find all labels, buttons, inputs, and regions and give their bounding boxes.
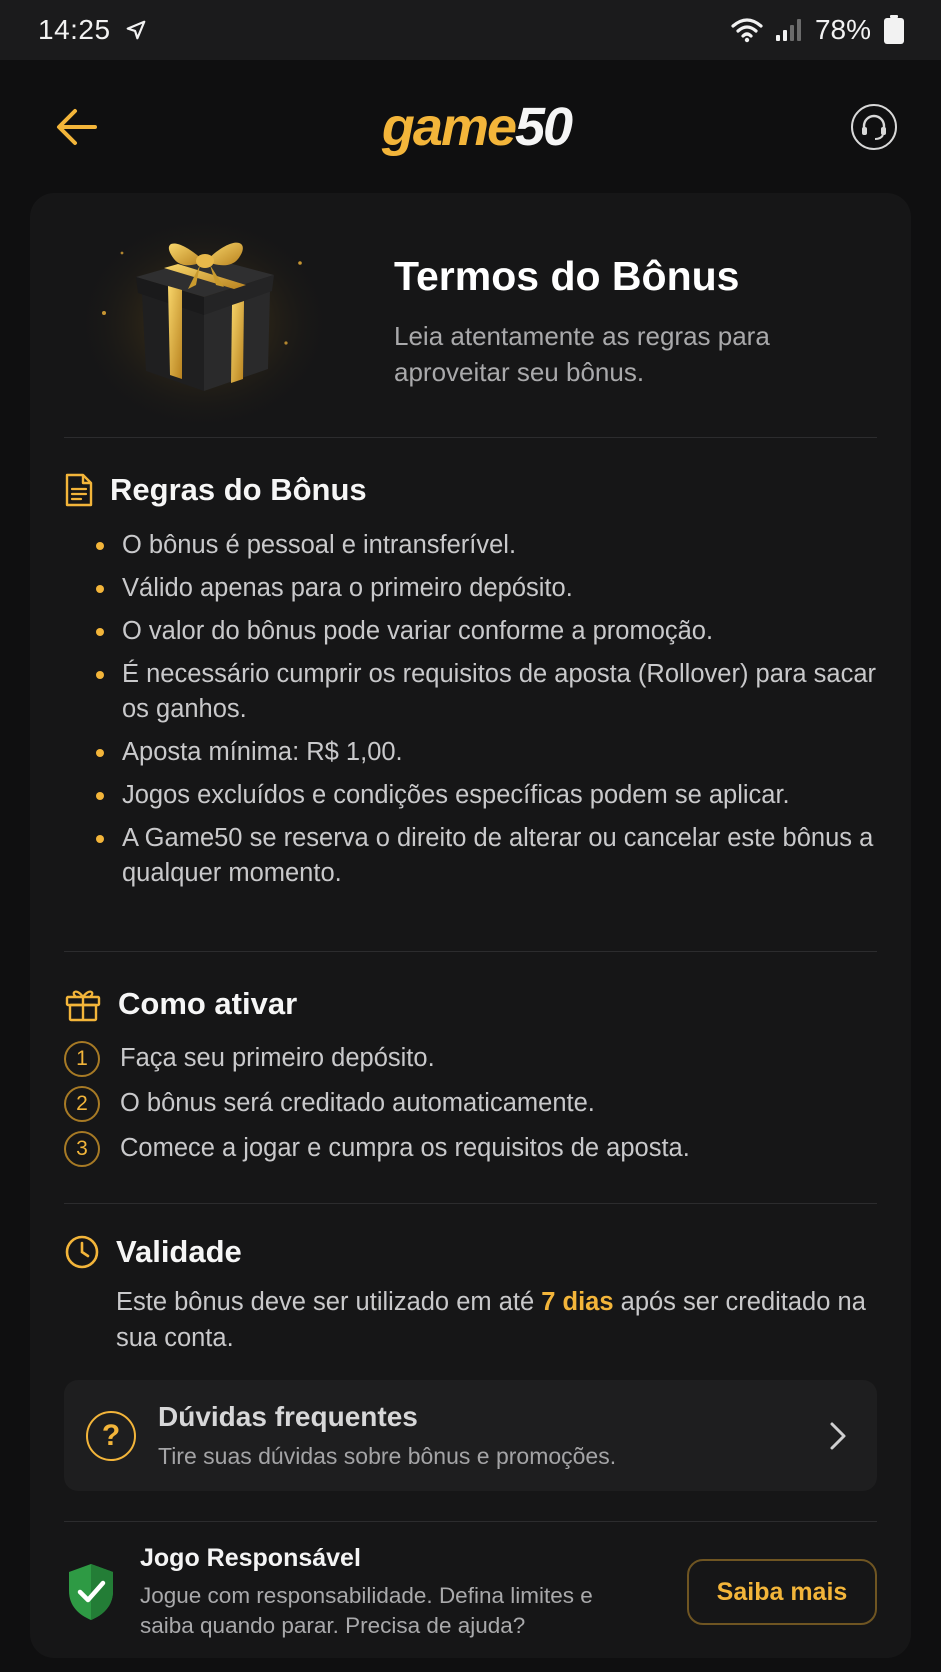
status-time: 14:25 [38,14,111,45]
list-item: Válido apenas para o primeiro depósito. [94,571,877,606]
rules-title: Regras do Bônus [110,472,367,507]
validity-section: Validade Este bônus deve ser utilizado e… [64,1204,877,1662]
list-item: A Game50 se reserva o direito de alterar… [94,821,877,891]
validity-text: Este bônus deve ser utilizado em até 7 d… [64,1284,877,1356]
step-item: 3 Comece a jogar e cumpra os requisitos … [64,1126,877,1171]
responsible-gaming-text: Jogue com responsabilidade. Defina limit… [140,1582,593,1638]
list-item: O valor do bônus pode variar conforme a … [94,614,877,649]
learn-more-button[interactable]: Saiba mais [687,1559,877,1625]
battery-icon [884,15,904,44]
responsible-gaming-body: Jogo Responsável Jogue com responsabilid… [140,1544,687,1641]
validity-header: Validade [64,1234,877,1270]
back-button[interactable] [52,102,102,152]
step-number-badge: 1 [64,1040,100,1077]
validity-highlight: 7 dias [541,1288,614,1316]
shield-check-icon [69,1564,113,1620]
logo-game-text: game [381,96,517,157]
steps-list: 1 Faça seu primeiro depósito. 2 O bônus … [64,1036,877,1171]
page-title: Termos do Bônus [394,253,740,299]
gift-icon [65,990,101,1022]
headset-icon [862,114,886,140]
step-text: Faça seu primeiro depósito. [120,1044,435,1072]
list-item: Jogos excluídos e condições específicas … [94,778,877,813]
wifi-icon [731,18,763,43]
page-subtitle: Leia atentamente as regras para aproveit… [394,321,770,387]
responsible-gaming-section: Jogo Responsável Jogue com responsabilid… [64,1522,877,1662]
document-icon [65,473,93,507]
game50-logo: game 50 [381,96,573,158]
step-number-badge: 2 [64,1085,100,1122]
gift-box-illustration [64,193,344,437]
list-item: É necessário cumprir os requisitos de ap… [94,657,877,727]
rules-list: O bônus é pessoal e intransferível. Váli… [64,528,877,891]
faq-button[interactable]: ? Dúvidas frequentes Tire suas dúvidas s… [64,1380,877,1491]
activation-section: Como ativar 1 Faça seu primeiro depósito… [64,952,877,1203]
validity-text-before: Este bônus deve ser utilizado em até [116,1288,542,1316]
validity-title: Validade [116,1234,242,1269]
step-number-badge: 3 [64,1130,100,1167]
chevron-right-icon [830,1422,846,1449]
app-header: game 50 [0,60,941,193]
step-text: O bônus será creditado automaticamente. [120,1089,595,1117]
activation-header: Como ativar [64,986,877,1022]
logo-number-text: 50 [515,96,573,157]
status-left: 14:25 [38,14,147,46]
list-item: O bônus é pessoal e intransferível. [94,528,877,563]
battery-percent: 78% [814,14,871,45]
hero-text: Termos do Bônus Leia atentamente as regr… [394,253,834,390]
list-item: Aposta mínima: R$ 1,00. [94,735,877,770]
clock-icon [65,1235,99,1269]
hero-section: Termos do Bônus Leia atentamente as regr… [64,193,877,437]
activation-title: Como ativar [118,986,298,1021]
faq-body: Dúvidas frequentes Tire suas dúvidas sob… [158,1401,829,1470]
step-item: 1 Faça seu primeiro depósito. [64,1036,877,1081]
rules-section: Regras do Bônus O bônus é pessoal e intr… [64,438,877,951]
arrow-left-icon [57,108,97,145]
rules-header: Regras do Bônus [64,472,877,508]
status-bar: 14:25 78% [0,0,941,60]
signal-icon [775,19,801,41]
support-button[interactable] [851,103,897,150]
step-text: Comece a jogar e cumpra os requisitos de… [120,1134,690,1162]
gift-box-icon [74,213,334,433]
faq-title: Dúvidas frequentes [158,1401,418,1432]
bonus-terms-card: Termos do Bônus Leia atentamente as regr… [30,193,911,1658]
step-item: 2 O bônus será creditado automaticamente… [64,1081,877,1126]
location-arrow-icon [126,20,145,40]
question-icon: ? [86,1410,136,1461]
responsible-gaming-title: Jogo Responsável [140,1543,361,1572]
status-right: 78% [731,14,905,46]
faq-subtitle: Tire suas dúvidas sobre bônus e promoçõe… [158,1443,617,1469]
